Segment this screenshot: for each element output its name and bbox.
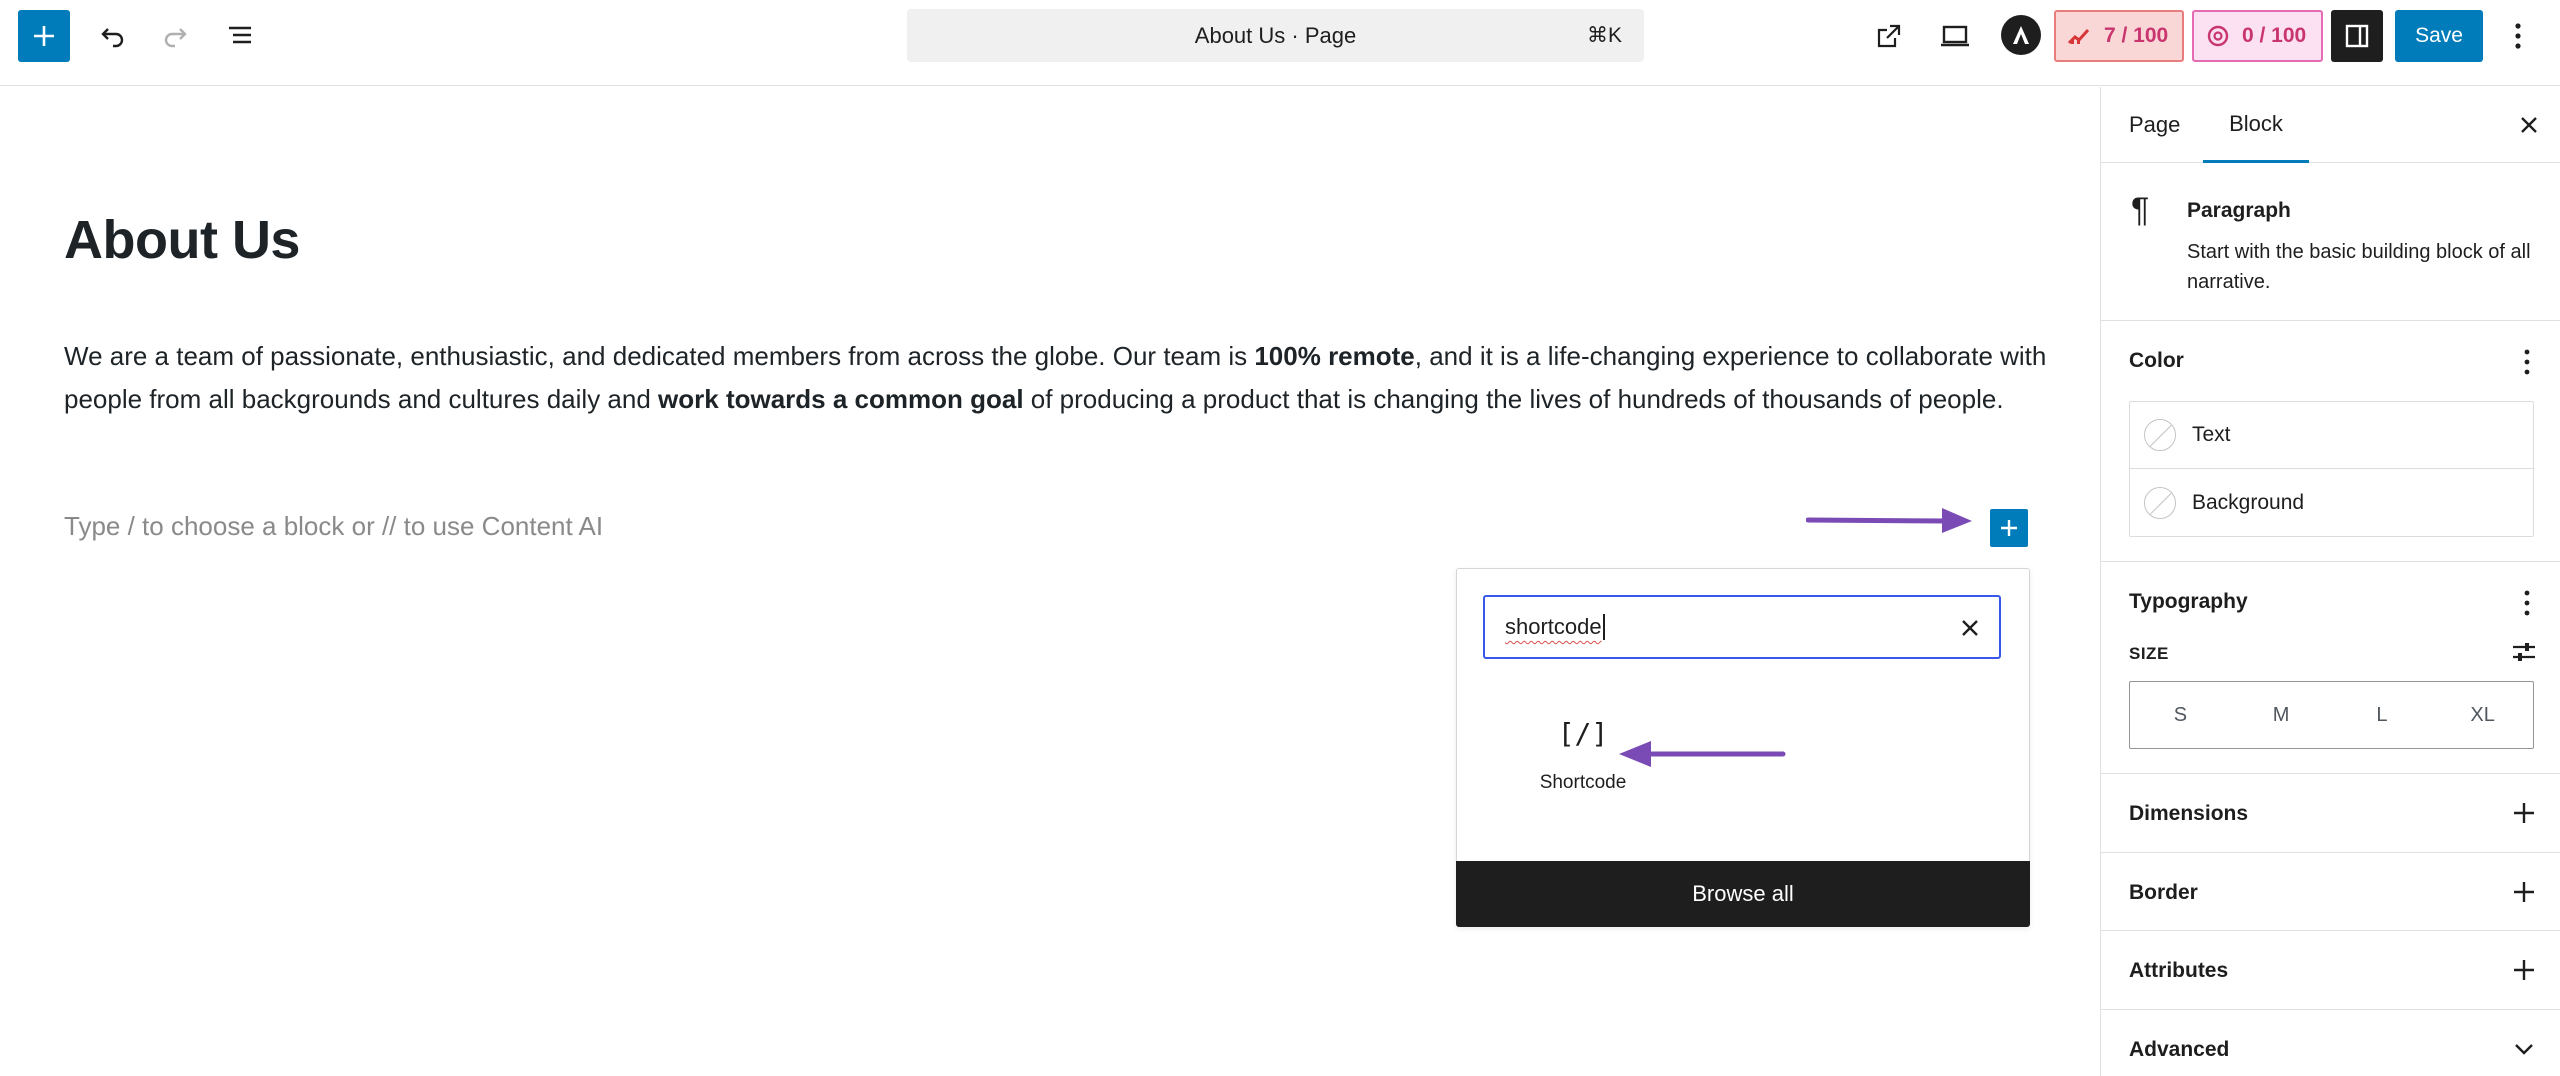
background-color-option[interactable]: Background <box>2130 469 2533 536</box>
color-panel-title: Color <box>2129 349 2184 372</box>
block-card-title: Paragraph <box>2187 199 2291 222</box>
save-button[interactable]: Save <box>2395 10 2483 62</box>
empty-color-swatch-icon <box>2144 419 2176 451</box>
chevron-down-icon[interactable] <box>2511 1036 2537 1062</box>
dimensions-panel[interactable]: Dimensions <box>2101 774 2560 853</box>
paragraph-text: of producing a product that is changing … <box>1023 384 2004 414</box>
dimensions-panel-title: Dimensions <box>2129 802 2249 825</box>
content-ai-score-value: 0 / 100 <box>2242 24 2307 47</box>
block-card: ¶ Paragraph Start with the basic buildin… <box>2101 163 2560 321</box>
block-inserter-toggle-button[interactable] <box>18 10 70 62</box>
attributes-panel-title: Attributes <box>2129 959 2229 982</box>
astra-logo-icon <box>2013 26 2029 44</box>
font-size-s[interactable]: S <box>2130 682 2231 748</box>
block-search-value: shortcode <box>1505 614 1602 639</box>
undo-button[interactable] <box>88 11 138 61</box>
settings-sidebar-toggle[interactable] <box>2331 10 2383 62</box>
seo-score-button[interactable]: 7 / 100 <box>2054 10 2184 62</box>
content-ai-score-button[interactable]: 0 / 100 <box>2192 10 2323 62</box>
block-card-description: Start with the basic building block of a… <box>2187 241 2531 293</box>
redo-icon <box>164 28 187 48</box>
document-overview-button[interactable] <box>216 11 266 61</box>
plus-icon <box>34 26 54 46</box>
more-vertical-icon[interactable] <box>2517 347 2537 377</box>
paragraph-icon: ¶ <box>2131 191 2150 229</box>
plus-icon <box>2001 520 2017 536</box>
content-ai-icon <box>2207 25 2229 47</box>
border-panel[interactable]: Border <box>2101 853 2560 931</box>
font-size-label: SIZE <box>2129 644 2169 663</box>
clear-search-icon[interactable] <box>1957 615 1983 641</box>
block-search-input[interactable]: shortcode <box>1483 595 2001 659</box>
border-panel-title: Border <box>2129 881 2198 904</box>
inline-block-inserter-button[interactable] <box>1990 509 2028 547</box>
sidebar-tabs: Page Block <box>2101 87 2560 163</box>
custom-size-settings-icon[interactable] <box>2511 639 2537 665</box>
font-size-picker: S M L XL <box>2129 681 2534 749</box>
command-palette-bar[interactable]: About Us · Page ⌘K <box>907 9 1644 62</box>
external-link-icon <box>1877 24 1901 48</box>
plus-icon[interactable] <box>2511 879 2537 905</box>
font-size-m[interactable]: M <box>2231 682 2332 748</box>
typography-panel-title: Typography <box>2129 590 2248 613</box>
astra-settings-button[interactable] <box>2001 15 2041 55</box>
redo-button[interactable] <box>150 11 200 61</box>
list-view-icon <box>229 26 251 44</box>
font-size-l[interactable]: L <box>2332 682 2433 748</box>
annotation-arrow-left <box>1619 741 1786 767</box>
editor-top-toolbar: About Us · Page ⌘K 7 / 100 0 / 100 Save <box>0 0 2560 86</box>
advanced-panel[interactable]: Advanced <box>2101 1010 2560 1076</box>
document-title: About Us · Page <box>1194 22 1357 48</box>
attributes-panel[interactable]: Attributes <box>2101 931 2560 1010</box>
color-panel: Color Text Background <box>2101 321 2560 562</box>
options-menu-button[interactable] <box>2498 11 2538 61</box>
color-options-group: Text Background <box>2129 401 2534 537</box>
editor-canvas: About Us We are a team of passionate, en… <box>0 87 2100 1076</box>
page-title[interactable]: About Us <box>64 209 300 271</box>
plus-icon[interactable] <box>2511 800 2537 826</box>
paragraph-block[interactable]: We are a team of passionate, enthusiasti… <box>64 335 2054 421</box>
text-color-label: Text <box>2192 423 2231 446</box>
undo-icon <box>101 28 124 48</box>
advanced-panel-title: Advanced <box>2129 1038 2230 1061</box>
browse-all-button[interactable]: Browse all <box>1456 861 2030 927</box>
shortcut-hint: ⌘K <box>1586 24 1622 47</box>
shortcode-block-label: Shortcode <box>1539 772 1627 793</box>
empty-color-swatch-icon <box>2144 486 2176 519</box>
desktop-icon <box>1941 25 1969 47</box>
paragraph-bold-text: 100% remote <box>1254 341 1415 371</box>
paragraph-bold-text: work towards a common goal <box>658 384 1024 414</box>
sidebar-icon <box>2345 24 2369 48</box>
preview-button[interactable] <box>1930 11 1980 61</box>
view-page-button[interactable] <box>1864 11 1914 61</box>
text-color-option[interactable]: Text <box>2130 402 2533 469</box>
paragraph-text: We are a team of passionate, enthusiasti… <box>64 341 1255 371</box>
text-caret <box>1602 614 1605 640</box>
font-size-xl[interactable]: XL <box>2432 682 2533 748</box>
more-vertical-icon <box>2515 23 2521 49</box>
tab-block[interactable]: Block <box>2203 87 2309 163</box>
more-vertical-icon[interactable] <box>2517 588 2537 618</box>
background-color-label: Background <box>2192 490 2305 514</box>
typography-panel: Typography SIZE S M L XL <box>2101 562 2560 774</box>
settings-sidebar: Page Block ¶ Paragraph Start with the ba… <box>2100 87 2560 1076</box>
seo-score-value: 7 / 100 <box>2104 24 2169 47</box>
close-icon[interactable] <box>2515 111 2543 139</box>
plus-icon[interactable] <box>2511 957 2537 983</box>
rankmath-icon <box>2068 28 2090 45</box>
block-inserter-popover: shortcode [/] Shortcode Browse all <box>1456 568 2030 927</box>
tab-page[interactable]: Page <box>2129 87 2180 163</box>
annotation-arrow-right <box>1806 508 1972 533</box>
empty-block-placeholder[interactable]: Type / to choose a block or // to use Co… <box>64 511 603 542</box>
